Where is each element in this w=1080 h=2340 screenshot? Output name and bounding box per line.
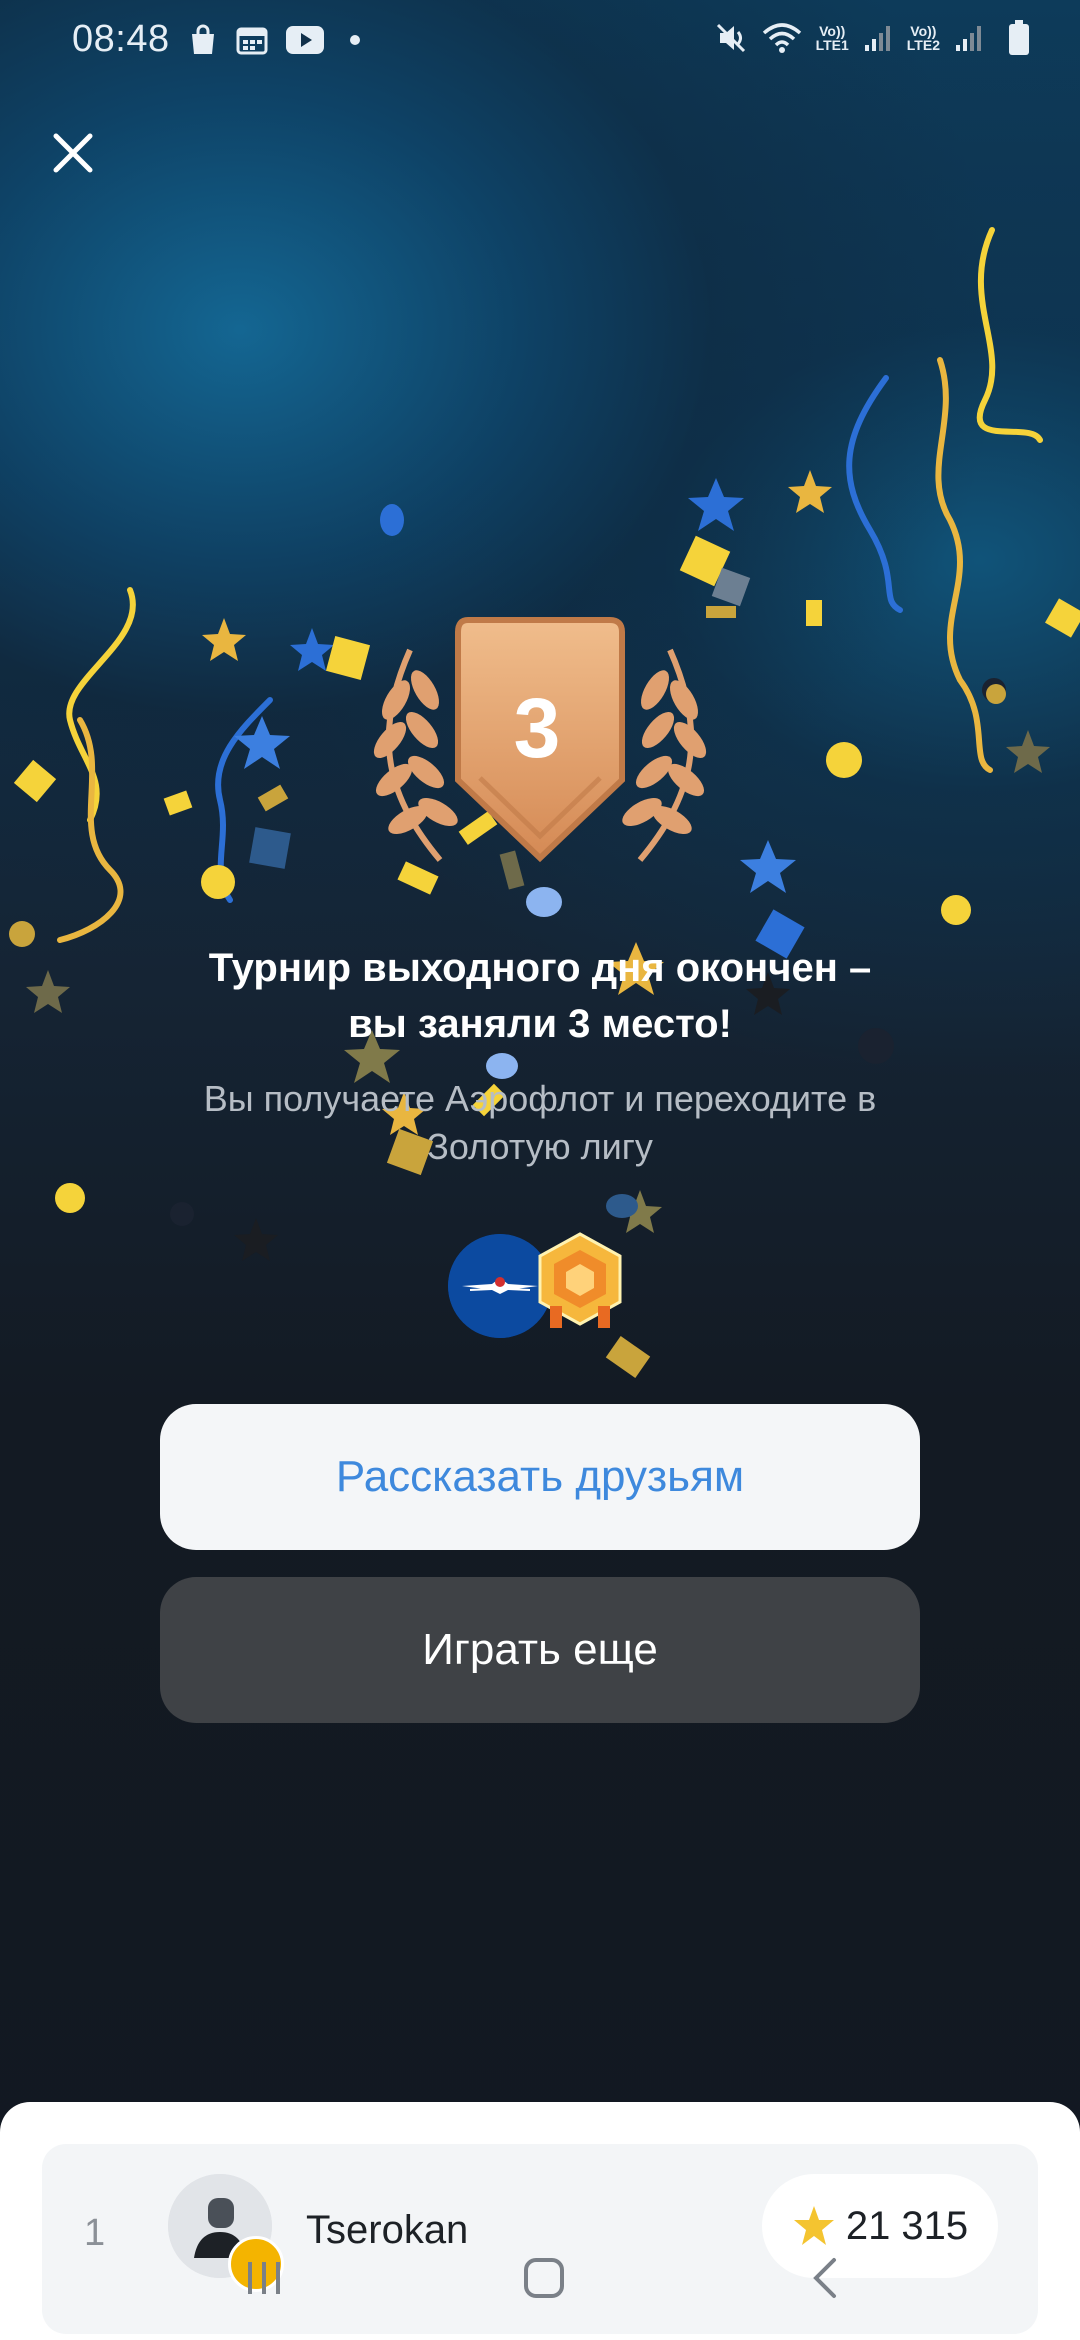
recent-apps-icon[interactable]	[244, 2256, 284, 2300]
close-icon[interactable]	[50, 130, 96, 176]
youtube-icon	[286, 26, 324, 54]
calendar-icon	[236, 27, 268, 55]
gold-league-icon	[538, 1232, 622, 1328]
system-navigation-bar	[0, 2236, 1080, 2340]
place-number: 3	[513, 681, 561, 775]
play-again-button[interactable]: Играть еще	[160, 1577, 920, 1723]
share-with-friends-button[interactable]: Рассказать друзьям	[160, 1404, 920, 1550]
sim1-indicator: Vo)) LTE1	[815, 23, 849, 53]
home-icon[interactable]	[522, 2256, 566, 2300]
laurel-right-icon	[622, 648, 707, 862]
battery-icon	[1009, 20, 1029, 55]
signal-1-icon	[864, 26, 890, 51]
status-time: 08:48	[72, 18, 170, 60]
status-bar: 08:48 Vo)) LTE1 Vo)) LTE2	[0, 0, 1080, 84]
result-subtitle: Вы получаете Аэрофлот и переходите в Зол…	[203, 1078, 877, 1167]
rewards	[448, 1232, 628, 1344]
back-icon[interactable]	[810, 2256, 840, 2300]
wifi-icon	[762, 23, 801, 53]
sim2-indicator: Vo)) LTE2	[906, 23, 940, 53]
dot-icon	[350, 35, 360, 45]
signal-2-icon	[956, 26, 981, 51]
laurel-left-icon	[373, 648, 458, 862]
result-title: Турнир выходного дня окончен – вы заняли…	[208, 946, 872, 1046]
mute-icon	[716, 23, 745, 53]
bag-icon	[192, 24, 214, 54]
